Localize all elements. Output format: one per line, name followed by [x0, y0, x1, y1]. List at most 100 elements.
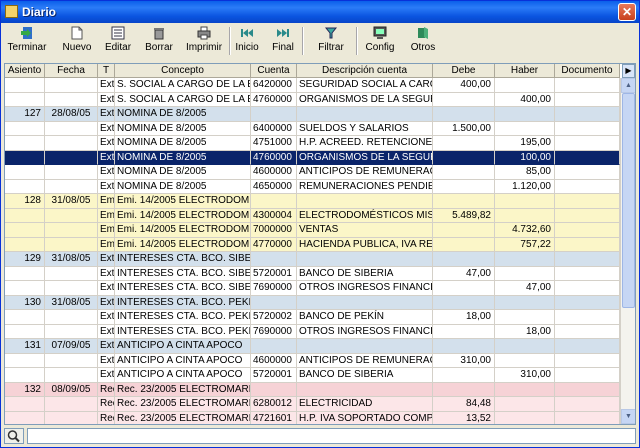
vertical-scrollbar[interactable]: ▲ ▼	[620, 78, 635, 424]
table-row[interactable]: EmiEmi. 14/2005 ELECTRODOMÉST4300004ELEC…	[5, 208, 620, 223]
table-row[interactable]: 12831/08/05EmiEmi. 14/2005 ELECTRODOMÉST	[5, 194, 620, 209]
table-cell	[5, 368, 45, 383]
table-cell	[45, 78, 98, 93]
table-cell	[433, 382, 495, 397]
table-row[interactable]: RecRec. 23/2005 ELECTROMARKINO4721601H.P…	[5, 411, 620, 424]
imprimir-button[interactable]: Imprimir	[181, 24, 227, 58]
table-cell: 84,48	[433, 397, 495, 412]
table-cell	[495, 194, 555, 209]
table-row[interactable]: ExtS. SOCIAL A CARGO DE LA EMPI4760000OR…	[5, 92, 620, 107]
terminar-button[interactable]: Terminar	[5, 24, 49, 58]
table-cell: 310,00	[495, 368, 555, 383]
diario-window: Diario ✕ Terminar Nuevo Editar Borrar Imprim…	[0, 0, 640, 448]
table-row[interactable]: 127 28/08/05 Ext NOMINA DE 8/2005	[5, 107, 620, 122]
column-header[interactable]: Asiento	[5, 64, 45, 78]
table-cell	[433, 92, 495, 107]
table-row[interactable]: Ext INTERESES CTA. BCO. PEKIN 5720002 BANCO…	[5, 310, 620, 325]
table-row[interactable]: Ext NOMINA DE 8/2005 4650000 REMUNERACIONES…	[5, 179, 620, 194]
table-row[interactable]: 13208/09/05RecRec. 23/2005 ELECTROMARKIN…	[5, 382, 620, 397]
editar-button[interactable]: Editar	[99, 24, 137, 58]
table-cell	[555, 121, 620, 136]
table-row[interactable]: EmiEmi. 14/2005 ELECTRODOMÉST4770000HACI…	[5, 237, 620, 252]
column-header[interactable]: Documento	[555, 64, 620, 78]
table-cell	[555, 266, 620, 281]
table-row[interactable]: Ext NOMINA DE 8/2005 4600000 ANTICIPOS DE R…	[5, 165, 620, 180]
column-header[interactable]: Concepto	[115, 64, 251, 78]
table-cell	[433, 165, 495, 180]
table-cell	[5, 92, 45, 107]
table-cell: 4760000	[251, 92, 297, 107]
otros-button[interactable]: Otros	[403, 24, 443, 58]
table-row-selected[interactable]: Ext NOMINA DE 8/2005 4760000 ORGANISMOS DE …	[5, 150, 620, 165]
table-cell	[433, 179, 495, 194]
table-cell	[555, 107, 620, 122]
table-cell: S. SOCIAL A CARGO DE LA EMPI	[115, 92, 251, 107]
close-button[interactable]: ✕	[618, 3, 636, 21]
table-row[interactable]: EmiEmi. 14/2005 ELECTRODOMÉST7000000VENT…	[5, 223, 620, 238]
table-row[interactable]: Ext NOMINA DE 8/2005 4751000 H.P. ACREED. R…	[5, 136, 620, 151]
table-cell	[555, 339, 620, 354]
table-cell: Ext	[98, 92, 115, 107]
scroll-down-button[interactable]: ▼	[621, 409, 635, 424]
table-cell: Ext	[98, 295, 115, 310]
column-header[interactable]: Descripción cuenta	[297, 64, 433, 78]
table-cell	[495, 107, 555, 122]
table-cell: ANTICIPO A CINTA APOCO	[115, 353, 251, 368]
nuevo-button[interactable]: Nuevo	[57, 24, 97, 58]
table-row[interactable]: ExtINTERESES CTA. BCO. SIBERIA5720001BAN…	[5, 266, 620, 281]
table-cell	[5, 150, 45, 165]
table-cell	[5, 121, 45, 136]
column-header[interactable]: Haber	[495, 64, 555, 78]
table-cell: 07/09/05	[45, 339, 98, 354]
search-button[interactable]	[4, 428, 24, 444]
table-row[interactable]: ExtS. SOCIAL A CARGO DE LA EMPI6420000SE…	[5, 78, 620, 93]
table-cell	[495, 78, 555, 93]
toolbar-button-label: Otros	[410, 42, 436, 53]
scroll-up-button[interactable]: ▲	[621, 78, 635, 93]
table-cell: NOMINA DE 8/2005	[115, 136, 251, 151]
table-cell	[433, 368, 495, 383]
table-row[interactable]: ExtINTERESES CTA. BCO. SIBERIA7690000OTR…	[5, 281, 620, 296]
search-input[interactable]	[27, 428, 636, 444]
table-cell: Emi. 14/2005 ELECTRODOMÉST	[115, 208, 251, 223]
table-cell	[45, 223, 98, 238]
column-header[interactable]: Fecha	[45, 64, 98, 78]
table-cell	[495, 411, 555, 424]
last-icon	[276, 26, 290, 40]
config-button[interactable]: Config	[358, 24, 402, 58]
table-cell: ANTICIPOS DE REMUNERACION	[297, 165, 433, 180]
table-row[interactable]: 12931/08/05ExtINTERESES CTA. BCO. SIBERI…	[5, 252, 620, 267]
table-cell: BANCO DE SIBERIA	[297, 266, 433, 281]
table-row[interactable]: RecRec. 23/2005 ELECTROMARKINO6280012ELE…	[5, 397, 620, 412]
borrar-button[interactable]: Borrar	[139, 24, 179, 58]
table-row[interactable]: Ext ANTICIPO A CINTA APOCO 5720001 BANCO DE…	[5, 368, 620, 383]
table-row[interactable]: Ext ANTICIPO A CINTA APOCO 4600000 ANTICIPO…	[5, 353, 620, 368]
table-row[interactable]: 130 31/08/05 Ext INTERESES CTA. BCO. PEKIN	[5, 295, 620, 310]
scroll-thumb[interactable]	[622, 93, 635, 308]
table-cell: Rec. 23/2005 ELECTROMARKINO	[115, 382, 251, 397]
final-button[interactable]: Final	[266, 24, 300, 58]
scroll-right-button[interactable]: ▶	[622, 64, 635, 78]
table-cell	[433, 324, 495, 339]
filtrar-button[interactable]: Filtrar	[308, 24, 354, 58]
column-header[interactable]: Cuenta	[251, 64, 297, 78]
table-cell	[297, 252, 433, 267]
table-cell: 5720002	[251, 310, 297, 325]
table-cell	[495, 310, 555, 325]
column-header[interactable]: T	[98, 64, 115, 78]
table-cell: 4650000	[251, 179, 297, 194]
column-header[interactable]: Debe	[433, 64, 495, 78]
title-bar[interactable]: Diario ✕	[1, 1, 639, 23]
table-cell	[5, 310, 45, 325]
table-cell	[45, 310, 98, 325]
table-row[interactable]: 131 07/09/05 Ext ANTICIPO A CINTA APOCO	[5, 339, 620, 354]
inicio-button[interactable]: Inicio	[230, 24, 264, 58]
table-cell	[251, 107, 297, 122]
column-headers: Asiento Fecha T Concepto Cuenta Descripción c…	[5, 64, 620, 78]
table-cell: 28/08/05	[45, 107, 98, 122]
table-row[interactable]: Ext INTERESES CTA. BCO. PEKIN 7690000 OTROS…	[5, 324, 620, 339]
table-cell: NOMINA DE 8/2005	[115, 121, 251, 136]
table-cell: NOMINA DE 8/2005	[115, 179, 251, 194]
config-icon	[373, 26, 387, 40]
table-row[interactable]: Ext NOMINA DE 8/2005 6400000 SUELDOS Y SALA…	[5, 121, 620, 136]
